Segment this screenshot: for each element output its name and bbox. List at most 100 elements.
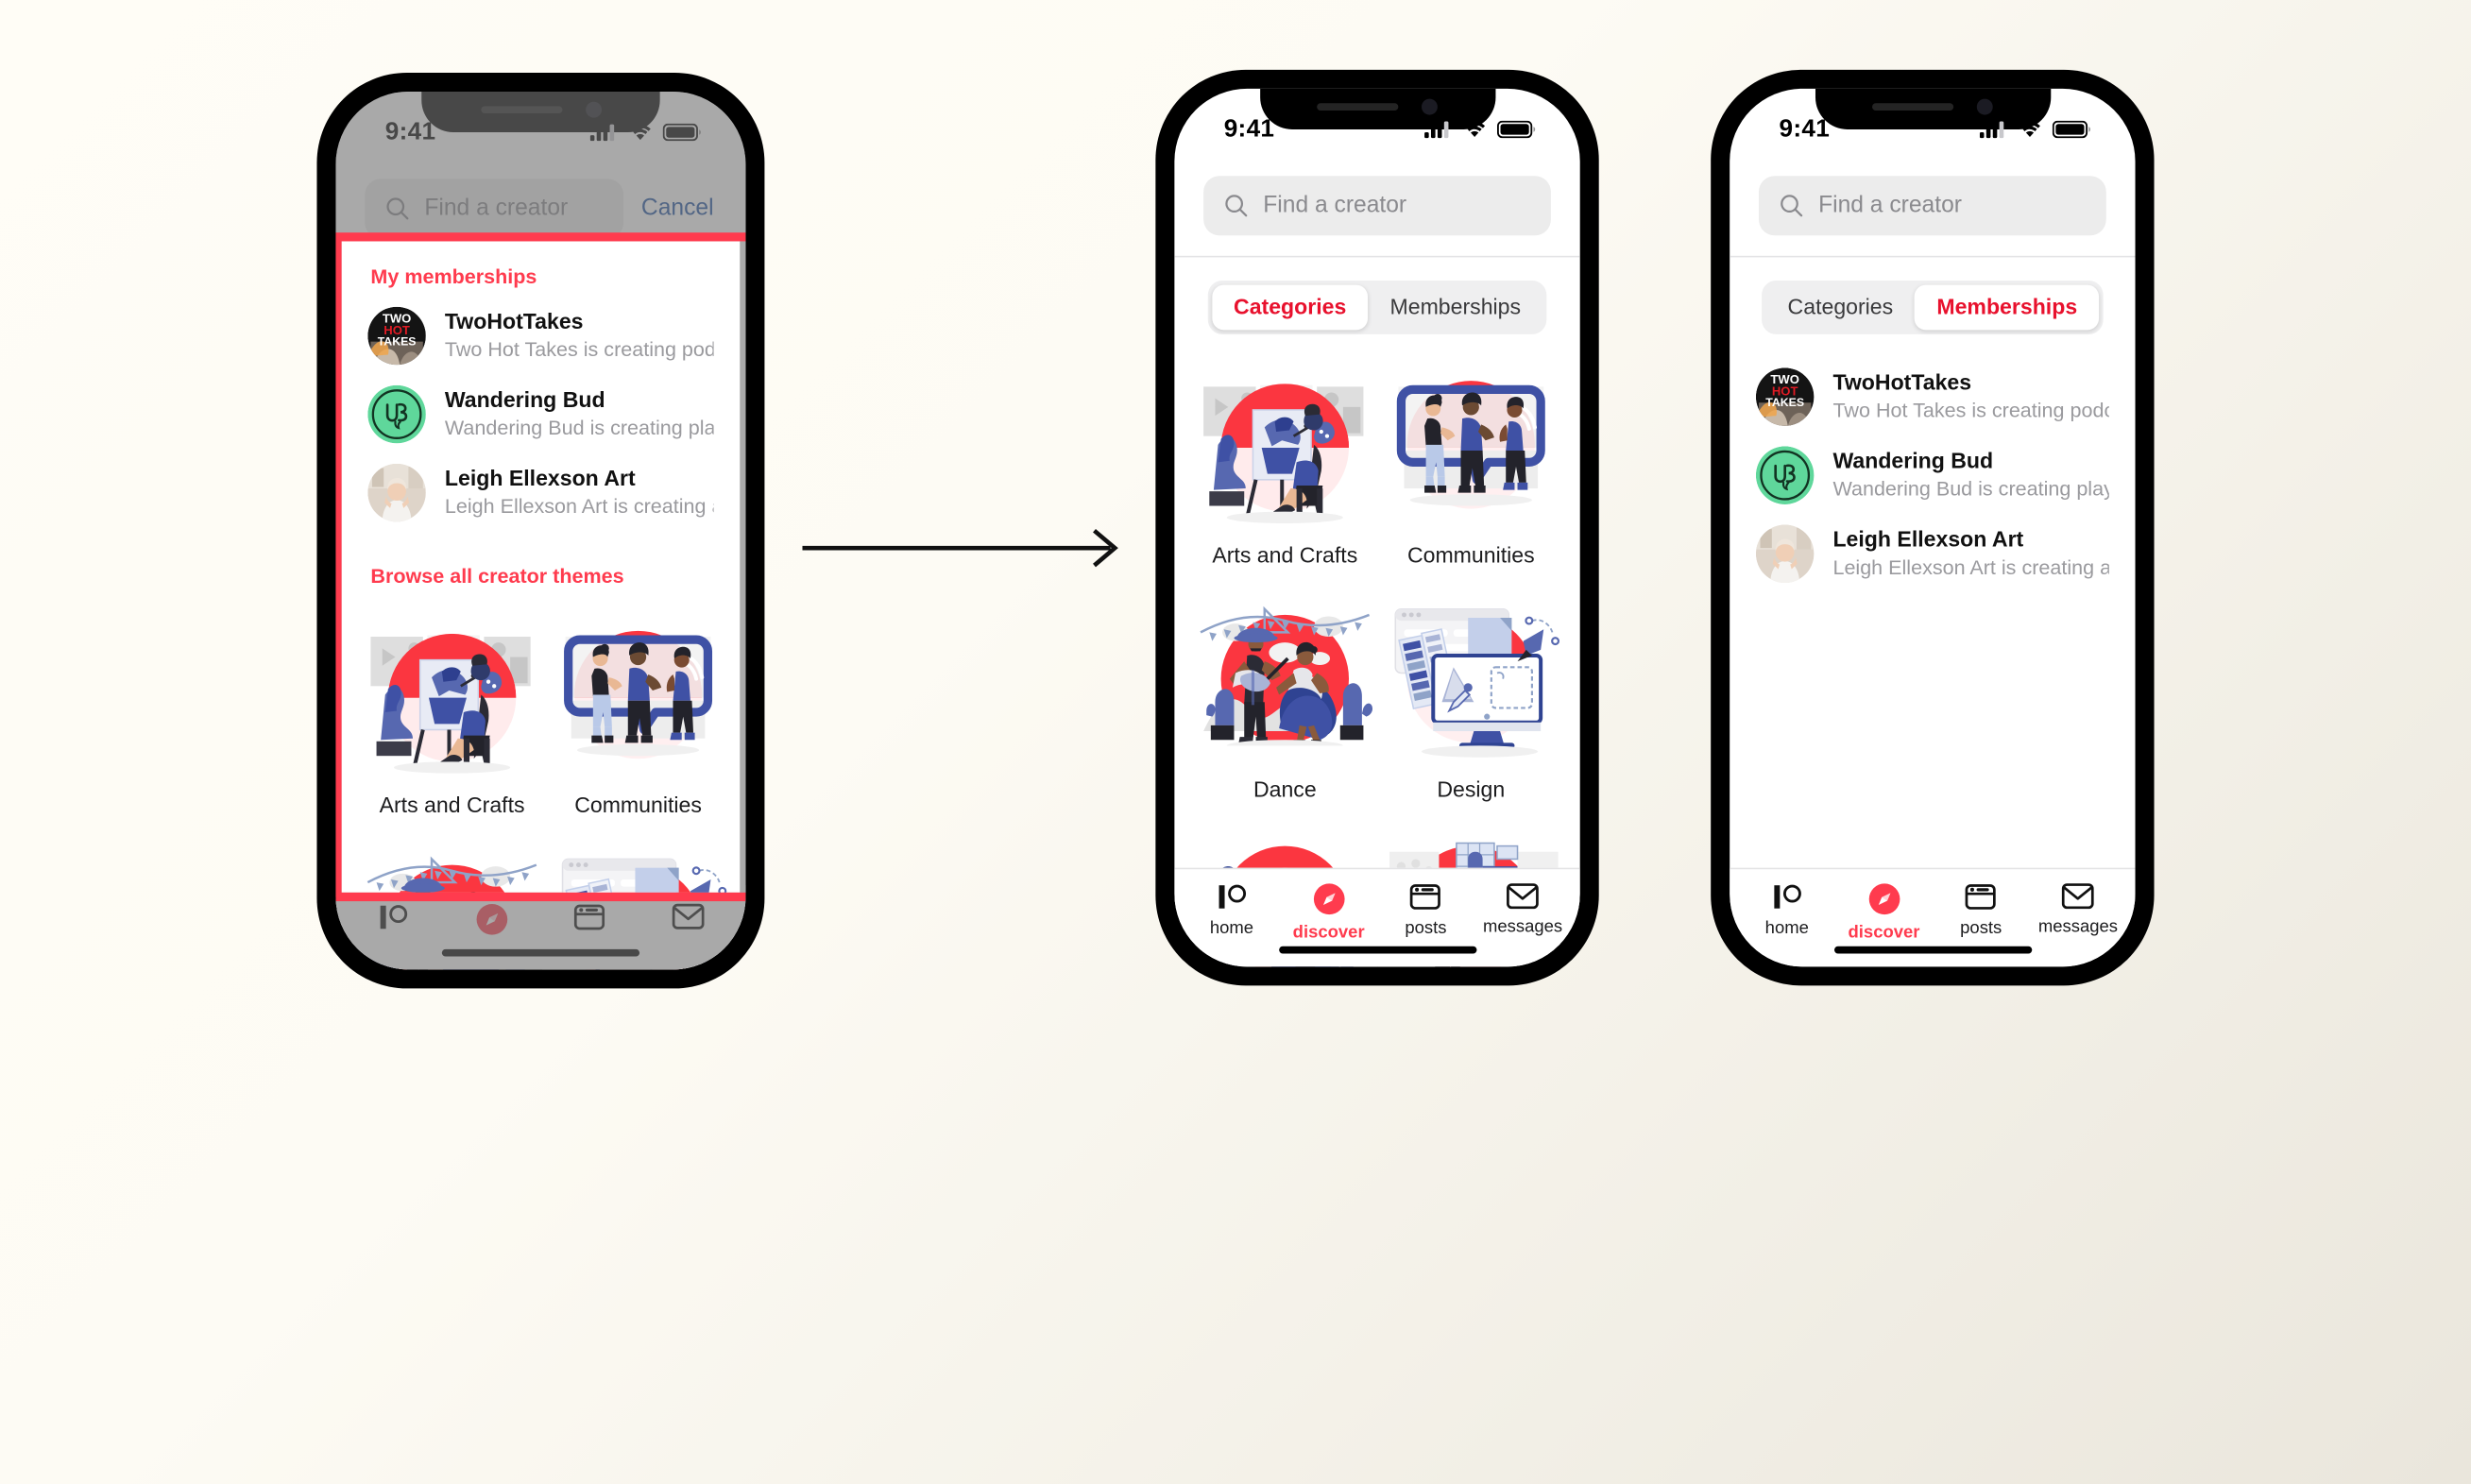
creator-description: Leigh Ellexson Art is creating art + vid… — [1832, 555, 2108, 579]
posts-card-icon — [1409, 882, 1442, 912]
twohottakes-avatar — [1756, 367, 1815, 426]
home-indicator — [1278, 946, 1476, 954]
search-placeholder: Find a creator — [424, 195, 569, 221]
cellular-bars-icon — [590, 124, 618, 141]
tab-posts[interactable]: posts — [1377, 882, 1474, 966]
search-input[interactable]: Find a creator — [1203, 176, 1551, 236]
category-label: Design — [1437, 777, 1506, 803]
creator-name: TwoHotTakes — [1832, 369, 1972, 395]
search-input[interactable]: Find a creator — [1758, 176, 2106, 236]
category-cell-design[interactable]: Design — [1378, 588, 1564, 823]
battery-icon — [1497, 121, 1537, 138]
search-placeholder: Find a creator — [1263, 192, 1407, 218]
tab-messages[interactable]: messages — [1474, 882, 1572, 966]
tab-posts[interactable] — [540, 903, 639, 970]
cellular-bars-icon — [1424, 121, 1452, 138]
battery-icon — [2053, 121, 2092, 138]
list-item[interactable]: TwoHotTakes Two Hot Takes is creating po… — [1730, 358, 2135, 436]
tab-discover[interactable]: discover — [1835, 882, 1933, 966]
memberships-list: TwoHotTakes Two Hot Takes is creating po… — [1730, 349, 2135, 593]
segmented-control: Categories Memberships — [1207, 280, 1547, 334]
search-row-2: Find a creator — [1174, 156, 1579, 256]
list-item[interactable]: Leigh Ellexson Art Leigh Ellexson Art is… — [1730, 515, 2135, 593]
search-icon — [385, 196, 410, 221]
status-bar-3: 9:41 — [1730, 89, 2135, 156]
patreon-home-icon — [1215, 882, 1248, 912]
tab-label: home — [1764, 916, 1809, 938]
search-row-3: Find a creator — [1730, 156, 2135, 256]
wifi-icon — [1462, 121, 1487, 138]
dance-illustration — [1192, 588, 1378, 775]
status-time: 9:41 — [1779, 114, 1831, 143]
right-arrow-connector — [802, 512, 1129, 585]
tab-messages[interactable]: messages — [2030, 882, 2127, 966]
status-bar-2: 9:41 — [1174, 89, 1579, 156]
category-cell-arts-and-crafts[interactable]: Arts and Crafts — [1192, 354, 1378, 588]
segmented-control-wrap-3: Categories Memberships — [1730, 257, 2135, 349]
tab-label: messages — [2037, 915, 2119, 937]
tab-label: home — [1209, 916, 1254, 938]
design-illustration — [1378, 588, 1564, 775]
tab-label: posts — [1960, 916, 2002, 938]
cellular-bars-icon — [1980, 121, 2007, 138]
category-label: Arts and Crafts — [1212, 543, 1358, 569]
envelope-messages-icon — [2061, 882, 2094, 910]
category-label: Dance — [1253, 777, 1317, 803]
tab-messages[interactable] — [639, 903, 737, 970]
segment-categories[interactable]: Categories — [1765, 285, 1915, 331]
tab-home[interactable] — [345, 903, 443, 970]
wifi-icon — [2018, 121, 2042, 138]
category-cell-communities[interactable]: Communities — [1378, 354, 1564, 588]
creator-name: Wandering Bud — [1832, 448, 1994, 473]
tab-discover[interactable] — [443, 903, 541, 970]
wifi-icon — [628, 124, 653, 141]
phone-search-focused: 9:41 Find a creator Cancel My membership… — [316, 72, 765, 989]
home-indicator — [1833, 946, 2032, 954]
tab-label: posts — [1405, 916, 1447, 938]
creator-name: Leigh Ellexson Art — [1832, 526, 2024, 553]
segment-categories[interactable]: Categories — [1211, 284, 1369, 331]
tab-home[interactable]: home — [1184, 882, 1281, 966]
home-indicator — [441, 948, 640, 957]
list-item[interactable]: Wandering Bud Wandering Bud is creating … — [1730, 436, 2135, 515]
tab-discover[interactable]: discover — [1280, 882, 1377, 966]
search-input[interactable]: Find a creator — [365, 179, 624, 239]
creator-description: Wandering Bud is creating playful, hig..… — [1832, 477, 2108, 501]
tab-label: discover — [1292, 921, 1365, 943]
posts-card-icon — [573, 903, 606, 932]
status-bar-1: 9:41 — [335, 92, 745, 159]
category-label: Communities — [1406, 543, 1535, 569]
envelope-messages-icon — [1506, 882, 1539, 910]
compass-discover-icon — [1867, 882, 1900, 915]
tab-posts[interactable]: posts — [1933, 882, 2030, 966]
phone-discover-memberships: 9:41 Find a creator Categories Membershi… — [1711, 69, 2155, 986]
cancel-button[interactable]: Cancel — [641, 196, 720, 222]
arts-and-crafts-illustration — [1192, 354, 1378, 540]
segment-memberships[interactable]: Memberships — [1915, 284, 2100, 331]
segment-memberships[interactable]: Memberships — [1368, 285, 1542, 331]
envelope-messages-icon — [672, 903, 705, 930]
leighellexson-avatar — [1756, 525, 1815, 584]
search-placeholder: Find a creator — [1818, 192, 1962, 218]
screen-discover-categories: 9:41 Find a creator Categories Membershi… — [1174, 88, 1580, 967]
tab-label: messages — [1483, 915, 1563, 937]
compass-discover-icon — [475, 903, 508, 936]
search-icon — [1780, 194, 1804, 218]
phone-discover-categories: 9:41 Find a creator Categories Membershi… — [1155, 69, 1599, 986]
posts-card-icon — [1965, 882, 1998, 912]
screen-discover-memberships: 9:41 Find a creator Categories Membershi… — [1730, 88, 2136, 967]
segmented-control: Categories Memberships — [1761, 280, 2104, 334]
patreon-home-icon — [377, 903, 410, 932]
screen-search-focused: 9:41 Find a creator Cancel My membership… — [335, 91, 746, 970]
category-cell-dance[interactable]: Dance — [1192, 588, 1378, 823]
segmented-control-wrap-2: Categories Memberships — [1174, 257, 1579, 349]
compass-discover-icon — [1312, 882, 1345, 915]
status-time: 9:41 — [1223, 114, 1275, 143]
tab-home[interactable]: home — [1738, 882, 1835, 966]
patreon-home-icon — [1770, 882, 1803, 912]
communities-illustration — [1378, 354, 1564, 540]
wanderingbud-avatar — [1756, 446, 1815, 504]
red-highlight-box — [335, 232, 746, 902]
creator-description: Two Hot Takes is creating podcasts a... — [1832, 399, 2108, 422]
battery-icon — [663, 124, 703, 141]
